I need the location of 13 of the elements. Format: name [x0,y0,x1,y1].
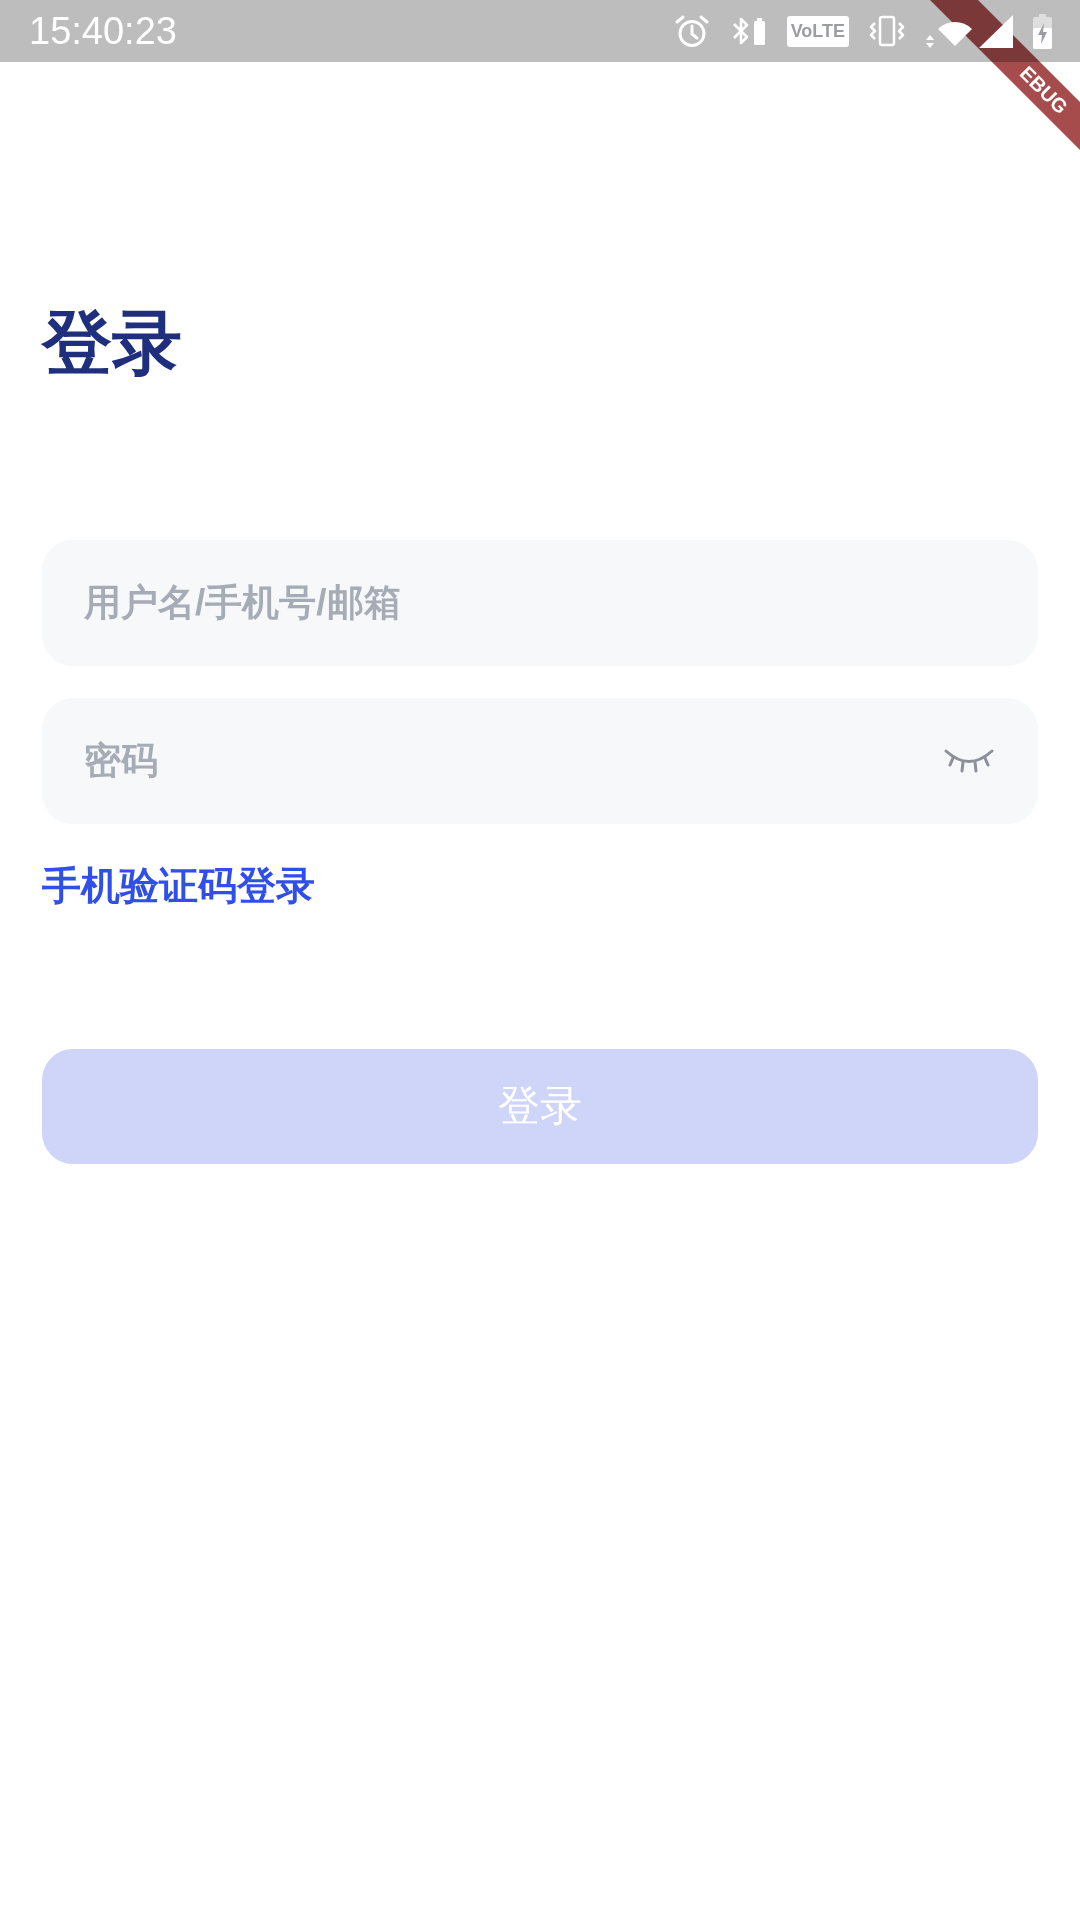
bluetooth-icon [730,15,750,47]
charging-battery-icon [1033,13,1052,49]
battery-icon [753,17,765,45]
vibrate-icon [869,15,905,47]
volte-badge: VoLTE [786,15,849,47]
password-field[interactable]: 密码 [42,698,1038,824]
sms-login-link[interactable]: 手机验证码登录 [42,863,315,910]
closed-eye-icon[interactable] [943,748,995,774]
signal-icon [979,14,1013,48]
status-time: 15:40:23 [29,12,177,50]
username-field[interactable]: 用户名/手机号/邮箱 [42,540,1038,666]
alarm-icon [673,14,710,48]
page-title: 登录 [42,303,182,384]
